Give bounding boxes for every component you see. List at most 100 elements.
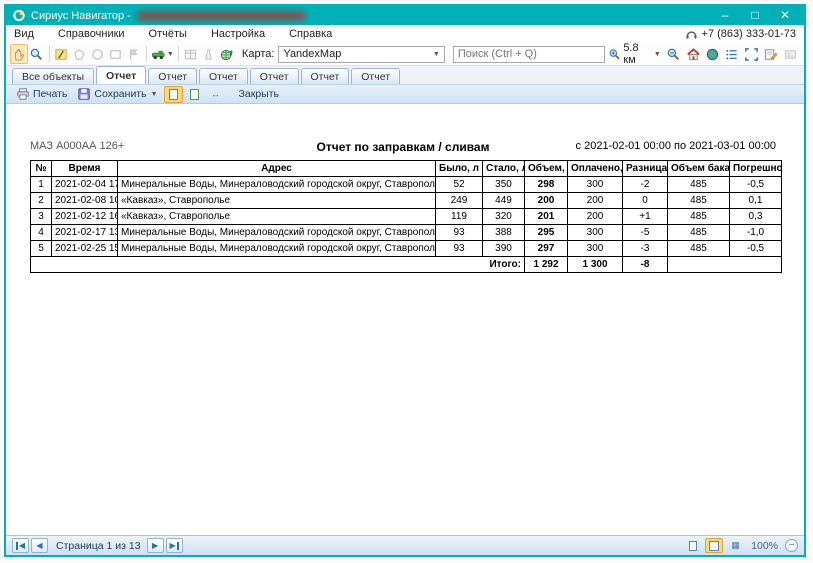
vehicle-button[interactable]: ▼: [150, 44, 176, 64]
rect-tool-button[interactable]: [107, 44, 125, 64]
toolbar-separator: [146, 46, 147, 62]
circle-tool-button[interactable]: [89, 44, 107, 64]
first-page-button[interactable]: ◀: [12, 538, 29, 553]
cell-num: 2: [31, 193, 52, 209]
col-num: №: [31, 161, 52, 177]
zoom-controls: ▦ 100% −: [684, 538, 798, 553]
cell-paid: 200: [568, 193, 623, 209]
cell-tank: 485: [668, 225, 730, 241]
flag-tool-button[interactable]: [125, 44, 143, 64]
cell-num: 4: [31, 225, 52, 241]
map-zoom-tools: 5.8 км ▼: [605, 44, 800, 64]
photo-icon: [783, 47, 798, 62]
menu-spravka[interactable]: Справка: [289, 28, 332, 40]
view-single-page-button[interactable]: [684, 538, 702, 553]
cell-before: 119: [436, 209, 483, 225]
menu-otchety[interactable]: Отчёты: [149, 28, 187, 40]
menu-vid[interactable]: Вид: [14, 28, 34, 40]
zoom-select-button[interactable]: [28, 44, 46, 64]
cell-error: 0,1: [730, 193, 782, 209]
prev-page-button[interactable]: ◀: [31, 538, 48, 553]
polygon-tool-button[interactable]: [71, 44, 89, 64]
table-row: 1 2021-02-04 17:39 Минеральные Воды, Мин…: [31, 177, 782, 193]
tab-report-6[interactable]: Отчет: [351, 68, 400, 84]
cell-paid: 300: [568, 241, 623, 257]
cell-address: Минеральные Воды, Минераловодский городс…: [118, 177, 436, 193]
print-button[interactable]: Печать: [11, 85, 72, 103]
zoom-page-mode-button[interactable]: [164, 86, 183, 103]
last-page-icon: [177, 542, 179, 550]
edit-map-button[interactable]: [53, 44, 71, 64]
search-input[interactable]: [453, 46, 605, 63]
fit-page-mode-button[interactable]: [185, 86, 204, 103]
close-report-label: Закрыть: [239, 88, 279, 100]
total-label: Итого:: [31, 257, 525, 273]
home-icon: [686, 47, 701, 62]
tab-report-2[interactable]: Отчет: [148, 68, 197, 84]
view-fit-width-button[interactable]: [705, 538, 723, 553]
zoom-out-button[interactable]: [664, 44, 683, 64]
selection-button[interactable]: [742, 44, 761, 64]
fit-width-mode-button[interactable]: ↔: [206, 86, 225, 103]
close-report-button[interactable]: Закрыть: [234, 85, 284, 103]
cell-num: 3: [31, 209, 52, 225]
last-page-button[interactable]: ▶: [166, 538, 183, 553]
polygon-icon: [72, 47, 87, 62]
col-diff: Разница, л: [623, 161, 668, 177]
fit-width-icon: ↔: [211, 89, 219, 99]
road-button[interactable]: [200, 44, 218, 64]
cell-paid: 300: [568, 225, 623, 241]
globe-up-button[interactable]: [218, 44, 236, 64]
close-button[interactable]: ✕: [770, 7, 800, 24]
zoom-in-scale-button[interactable]: 5.8 км ▼: [605, 44, 664, 64]
menu-nastroika[interactable]: Настройка: [211, 28, 265, 40]
tab-report-active[interactable]: Отчет: [96, 66, 146, 84]
page-icon: [169, 89, 178, 100]
report-title: Отчет по заправкам / сливам: [260, 140, 546, 154]
menu-spravochniki[interactable]: Справочники: [58, 28, 125, 40]
pan-hand-button[interactable]: [10, 44, 28, 64]
cell-after: 388: [483, 225, 525, 241]
list-button[interactable]: [722, 44, 741, 64]
cell-volume: 298: [525, 177, 568, 193]
table-total-row: Итого: 1 292 1 300 -8: [31, 257, 782, 273]
fit-width-page-icon: [709, 541, 719, 551]
page-indicator: Страница 1 из 13: [56, 540, 141, 552]
edit-note-button[interactable]: [761, 44, 780, 64]
tab-report-3[interactable]: Отчет: [199, 68, 248, 84]
tab-report-4[interactable]: Отчет: [250, 68, 299, 84]
main-toolbar: ▼ Карта: YandexMap ▼: [6, 43, 804, 66]
cell-after: 449: [483, 193, 525, 209]
minimize-button[interactable]: –: [710, 7, 740, 24]
zoom-out-minus-button[interactable]: −: [785, 539, 798, 552]
report-toolbar: Печать Сохранить ▼ ↔ Закрыть: [6, 84, 804, 104]
map-provider-select[interactable]: YandexMap ▼: [278, 46, 444, 63]
save-button[interactable]: Сохранить ▼: [72, 85, 162, 103]
home-button[interactable]: [683, 44, 702, 64]
col-after: Стало, л: [483, 161, 525, 177]
report-header: МАЗ А000АА 126+ Отчет по заправкам / сли…: [30, 140, 776, 154]
list-icon: [724, 47, 739, 62]
photo-button[interactable]: [781, 44, 800, 64]
maximize-button[interactable]: □: [740, 7, 770, 24]
status-bar: ◀ ◀ Страница 1 из 13 ▶ ▶ ▦ 100% −: [6, 535, 804, 555]
table-row: 5 2021-02-25 15:01 Минеральные Воды, Мин…: [31, 241, 782, 257]
cell-address: Минеральные Воды, Минераловодский городс…: [118, 225, 436, 241]
cell-volume: 201: [525, 209, 568, 225]
total-diff: -8: [623, 257, 668, 273]
app-window: Сириус Навигатор - – □ ✕ Вид Справочники…: [4, 4, 806, 557]
cell-diff: -5: [623, 225, 668, 241]
map-scale-value: 5.8 км: [623, 42, 651, 66]
globe-button[interactable]: [703, 44, 722, 64]
col-tank: Объем бака, л: [668, 161, 730, 177]
cell-diff: 0: [623, 193, 668, 209]
grid-view-button[interactable]: [182, 44, 200, 64]
print-label: Печать: [33, 88, 67, 100]
tab-report-5[interactable]: Отчет: [301, 68, 350, 84]
view-multi-page-button[interactable]: ▦: [726, 538, 744, 553]
total-empty: [668, 257, 782, 273]
next-page-button[interactable]: ▶: [147, 538, 164, 553]
cell-diff: -3: [623, 241, 668, 257]
table-row: 2 2021-02-08 10:48 «Кавказ», Ставрополье…: [31, 193, 782, 209]
tab-all-objects[interactable]: Все объекты: [12, 68, 94, 84]
